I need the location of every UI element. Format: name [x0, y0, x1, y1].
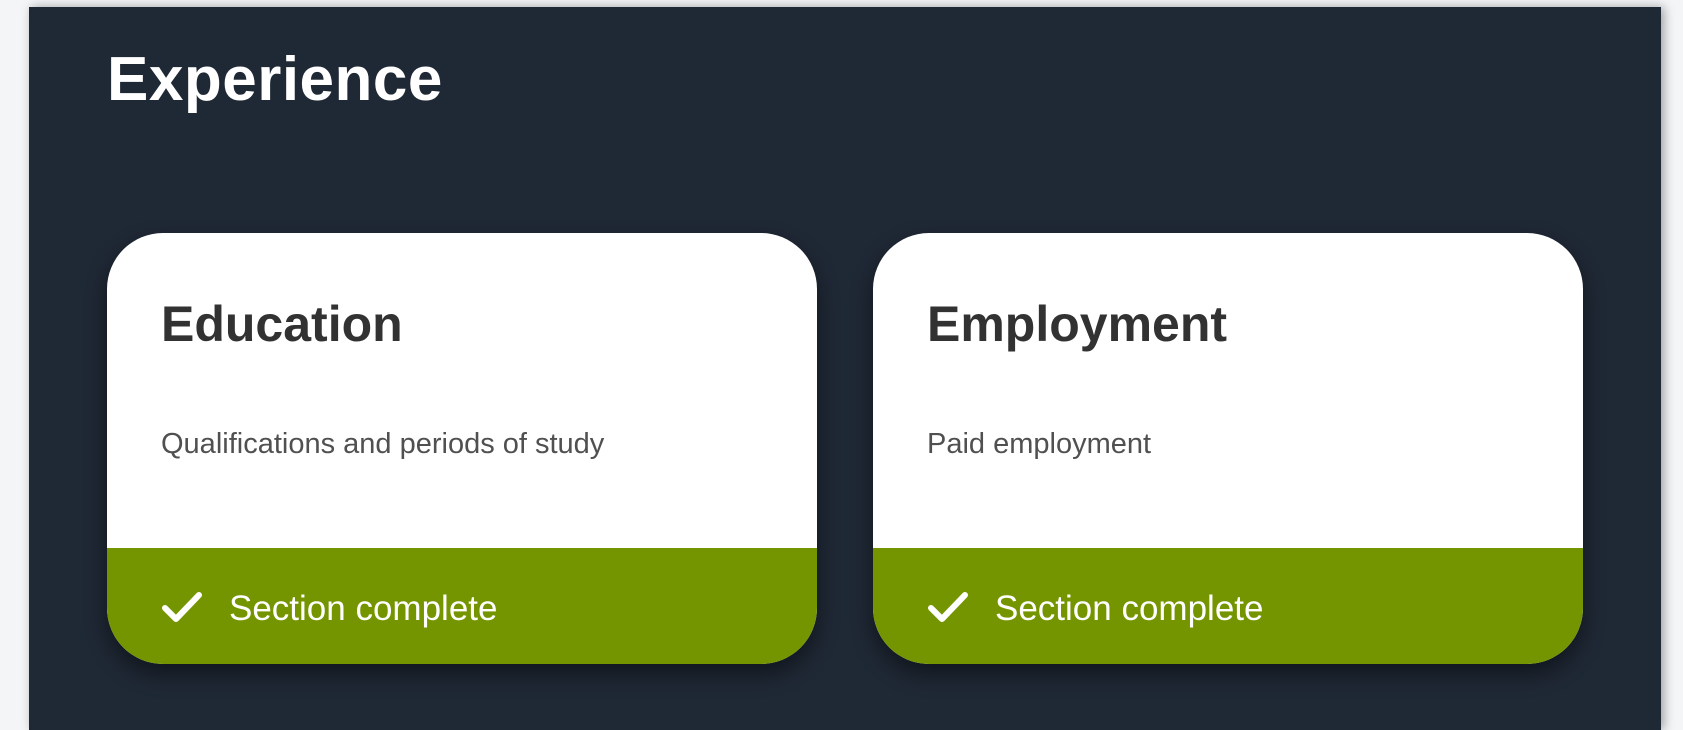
check-icon: [162, 592, 202, 622]
employment-card[interactable]: Employment Paid employment Section compl…: [873, 233, 1583, 664]
card-body: Education Qualifications and periods of …: [107, 233, 817, 555]
card-title: Education: [161, 296, 403, 352]
card-body: Employment Paid employment: [873, 233, 1583, 555]
status-label: Section complete: [995, 589, 1264, 628]
card-title: Employment: [927, 296, 1228, 352]
card-description: Qualifications and periods of study: [161, 428, 605, 460]
status-label: Section complete: [229, 589, 498, 628]
experience-panel: Experience Education Qualifications and …: [29, 7, 1661, 730]
status-bar: Section complete: [107, 548, 817, 664]
check-icon: [928, 592, 968, 622]
section-title: Experience: [107, 45, 443, 114]
status-bar: Section complete: [873, 548, 1583, 664]
card-description: Paid employment: [927, 428, 1152, 460]
education-card[interactable]: Education Qualifications and periods of …: [107, 233, 817, 664]
